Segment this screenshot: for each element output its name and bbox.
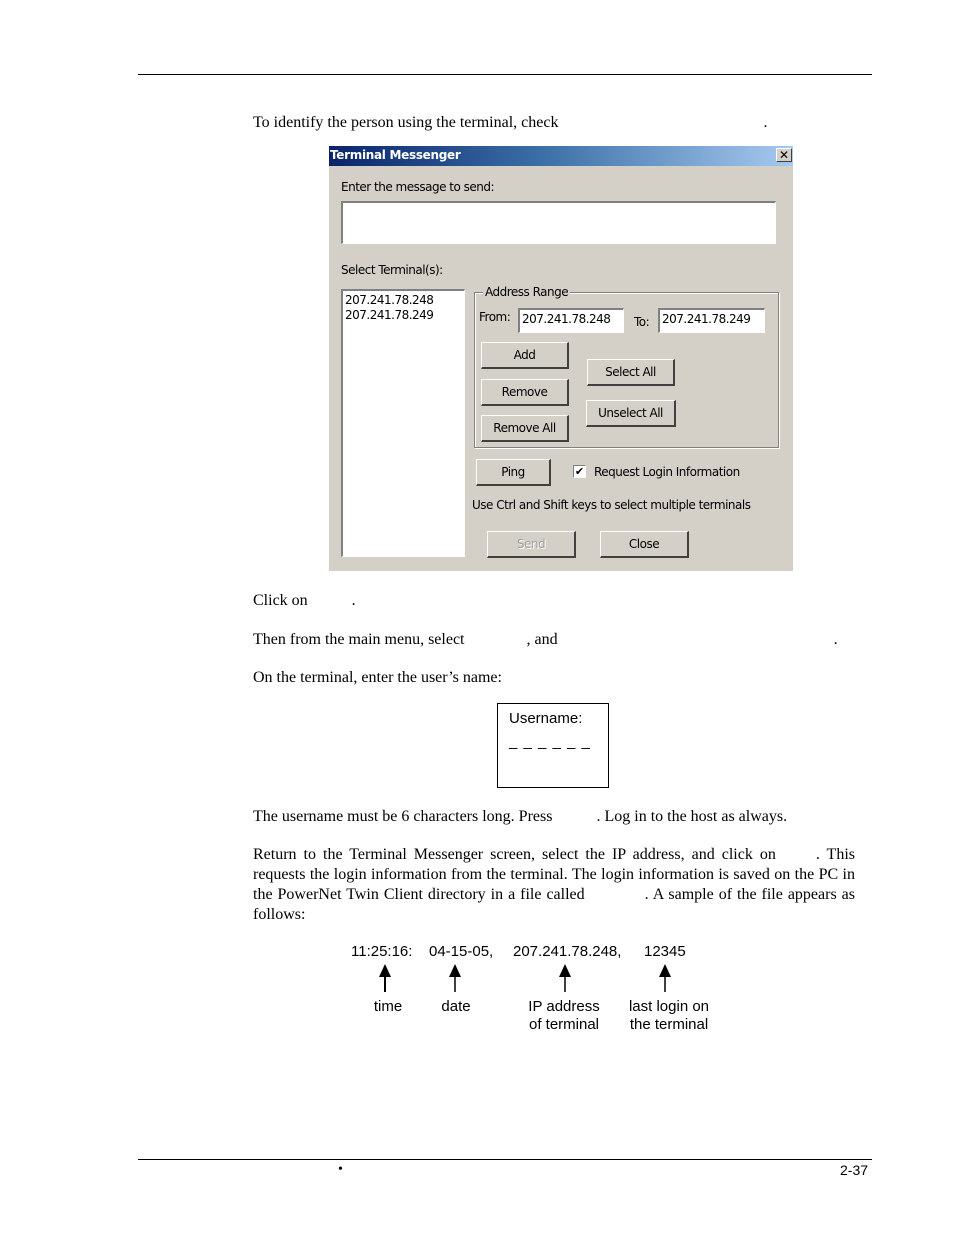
record-arrows: [379, 964, 671, 992]
label-login: last login on the terminal: [628, 998, 710, 1033]
arrow-login: [659, 964, 671, 992]
arrow-time: [379, 964, 391, 992]
footer-rule: [138, 1159, 872, 1160]
arrow-ip: [559, 964, 571, 992]
arrow-date: [449, 964, 461, 992]
label-ip: IP address of terminal: [528, 998, 600, 1033]
footer-bullet: •: [338, 1162, 343, 1177]
page-number: 2-37: [840, 1162, 869, 1178]
label-date: date: [441, 998, 471, 1015]
label-time: time: [373, 998, 403, 1015]
